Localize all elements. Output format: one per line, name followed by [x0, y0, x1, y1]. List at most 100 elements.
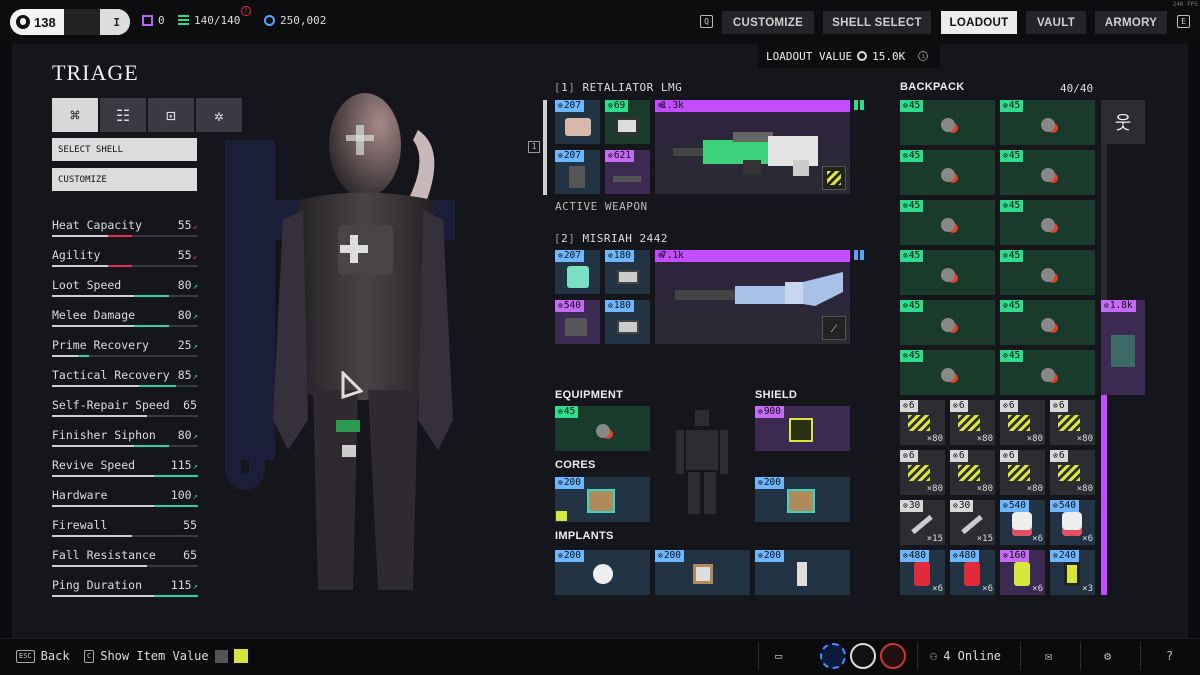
back-button[interactable]: ESC Back — [16, 649, 70, 663]
select-shell-button[interactable]: SELECT SHELL — [52, 138, 197, 161]
backpack-grenade-slot[interactable]: ⊗ 45 — [1000, 350, 1095, 395]
weapon2-mod-slot[interactable]: ⊗ 207 — [555, 250, 600, 294]
tab-loadout[interactable]: LOADOUT — [941, 11, 1017, 34]
backpack-item-slot[interactable]: ⊗ 6 ×80 — [950, 450, 995, 495]
info-icon[interactable]: i — [918, 51, 929, 61]
chip-icon[interactable]: ⊡ — [148, 98, 194, 132]
implant-slot[interactable]: ⊗ 200 — [555, 550, 650, 595]
item-cost-value: 240 — [1058, 550, 1076, 561]
medkit-icon — [964, 562, 980, 586]
tab-vault[interactable]: VAULT — [1026, 11, 1086, 34]
core-slot[interactable]: ⊗ 200 — [755, 477, 850, 522]
backpack-item-slot[interactable]: ⊗ 6 ×80 — [900, 400, 945, 445]
item-quantity: ×80 — [976, 484, 993, 494]
backpack-grenade-slot[interactable]: ⊗ 45 — [1000, 150, 1095, 195]
show-item-value-toggle[interactable]: C Show Item Value — [84, 649, 248, 663]
backpack-item-slot[interactable]: ⊗ 6 ×80 — [1000, 450, 1045, 495]
backpack-item-slot[interactable]: ⊗ 6 ×80 — [950, 400, 995, 445]
backpack-grenade-slot[interactable]: ⊗ 45 — [900, 150, 995, 195]
help-icon[interactable]: ? — [1166, 649, 1173, 663]
backpack-grenade-slot[interactable]: ⊗ 45 — [900, 100, 995, 145]
backpack-item-slot[interactable]: ⊗ 160 ×6 — [1000, 550, 1045, 595]
divider — [1140, 642, 1141, 670]
weapon1-slot[interactable]: ⊗ 1.3k — [655, 100, 864, 194]
tab-shell-select[interactable]: SHELL SELECT — [823, 11, 931, 34]
robot-icon[interactable]: ☷ — [100, 98, 146, 132]
backpack-item-slot[interactable]: ⊗ 480 ×6 — [950, 550, 995, 595]
stat-row: Agility 55↙ — [52, 246, 198, 276]
player-level-pill[interactable]: 138 I — [10, 9, 130, 35]
shield-slot[interactable]: ⊗ 900 — [755, 406, 850, 451]
stat-trend-icon: ↗ — [192, 492, 198, 502]
weapon2-mod-slot[interactable]: ⊗ 180 — [605, 250, 650, 294]
squad-avatar[interactable] — [820, 643, 846, 669]
key-hint-1: 1 — [528, 141, 540, 153]
item-cost-badge: ⊗ 160 — [1000, 550, 1029, 562]
stat-number: 85 — [177, 368, 192, 382]
weapon2-mod-slot[interactable]: ⊗ 540 — [555, 300, 600, 344]
weapon1-mod-slot[interactable]: ⊗ 207 — [555, 100, 600, 144]
item-cost-value: 200 — [763, 477, 781, 488]
backpack-grenade-slot[interactable]: ⊗ 45 — [1000, 250, 1095, 295]
equipment-slot[interactable]: ⊗ 45 — [555, 406, 650, 451]
grenade-icon — [940, 167, 955, 182]
backpack-grenade-slot[interactable]: ⊗ 45 — [900, 300, 995, 345]
backpack-side-item[interactable]: ⊗ 1.8k — [1101, 300, 1145, 395]
weapon2-slot[interactable]: ⊗ 7.1k ⁄ — [655, 250, 864, 344]
network-icon[interactable]: ⌘ — [52, 98, 98, 132]
marks-counter: 0 — [142, 14, 165, 27]
backpack-grenade-slot[interactable]: ⊗ 45 — [1000, 300, 1095, 345]
backpack-item-slot[interactable]: ⊗ 30 ×15 — [900, 500, 945, 545]
weapon1-value: 1.3k — [661, 100, 684, 111]
implant-slot[interactable]: ⊗ 200 — [655, 550, 750, 595]
core-slot[interactable]: ⊗ 200 — [555, 477, 650, 522]
tab-armory[interactable]: ARMORY — [1095, 11, 1167, 34]
backpack-grenade-slot[interactable]: ⊗ 45 — [1000, 100, 1095, 145]
online-friends[interactable]: ⚇ 4 Online — [930, 649, 1001, 663]
stat-bar — [52, 265, 198, 267]
ammo-icon — [958, 465, 980, 481]
backpack-item-slot[interactable]: ⊗ 6 ×80 — [1050, 400, 1095, 445]
mail-icon[interactable]: ✉ — [1045, 649, 1052, 663]
weapon2-mod-slot[interactable]: ⊗ 180 — [605, 300, 650, 344]
syringe-icon — [961, 514, 983, 535]
mod-cost-value: 207 — [563, 250, 581, 261]
chat-icon[interactable]: ▭ — [775, 649, 782, 663]
mod-cost-badge: ⊗ 180 — [605, 300, 634, 312]
backpack-item-slot[interactable]: ⊗ 540 ×6 — [1000, 500, 1045, 545]
mod-cost-value: 180 — [613, 250, 631, 261]
backpack-item-slot[interactable]: ⊗ 6 ×80 — [1000, 400, 1045, 445]
mod-cost-badge: ⊗ 621 — [605, 150, 634, 162]
backpack-grenade-slot[interactable]: ⊗ 45 — [900, 350, 995, 395]
backpack-item-slot[interactable]: ⊗ 30 ×15 — [950, 500, 995, 545]
weapon1-mod-slot[interactable]: ⊗ 207 — [555, 150, 600, 194]
shell-stats-list: Heat Capacity 55↙ Agility 55↙ Loot Speed 80↗ M… — [52, 216, 198, 606]
friends-icon: ⚇ — [930, 649, 938, 663]
stat-row: Fall Resistance 65 — [52, 546, 198, 576]
stat-value: 55↙ — [178, 248, 198, 262]
backpack-item-slot[interactable]: ⊗ 240 ×3 — [1050, 550, 1095, 595]
customize-shell-button[interactable]: CUSTOMIZE — [52, 168, 197, 191]
weapon1-mod-slot[interactable]: ⊗ 69 — [605, 100, 650, 144]
weapon1-mod-slot[interactable]: ⊗ 621 — [605, 150, 650, 194]
backpack-grenade-slot[interactable]: ⊗ 45 — [1000, 200, 1095, 245]
target-icon[interactable]: ✲ — [196, 98, 242, 132]
stat-bar — [52, 505, 198, 507]
mod-icon — [565, 118, 591, 136]
backpack-item-slot[interactable]: ⊗ 480 ×6 — [900, 550, 945, 595]
backpack-grenade-slot[interactable]: ⊗ 45 — [900, 250, 995, 295]
squad-avatar[interactable] — [880, 643, 906, 669]
stat-row: Firewall 55 — [52, 516, 198, 546]
item-cost-badge: ⊗ 45 — [1000, 250, 1024, 262]
settings-icon[interactable]: ⚙ — [1104, 649, 1111, 663]
backpack-item-slot[interactable]: ⊗ 6 ×80 — [900, 450, 945, 495]
squad-avatar[interactable] — [850, 643, 876, 669]
implant-slot[interactable]: ⊗ 200 — [755, 550, 850, 595]
backpack-item-slot[interactable]: ⊗ 540 ×6 — [1050, 500, 1095, 545]
backpack-item-slot[interactable]: ⊗ 6 ×80 — [1050, 450, 1095, 495]
body-slot-icon[interactable]: 웃 — [1101, 100, 1145, 144]
backpack-grenade-slot[interactable]: ⊗ 45 — [900, 200, 995, 245]
stat-value: 55 — [183, 518, 198, 532]
tab-customize[interactable]: CUSTOMIZE — [722, 11, 814, 34]
item-cost-badge: ⊗ 6 — [1000, 400, 1018, 412]
